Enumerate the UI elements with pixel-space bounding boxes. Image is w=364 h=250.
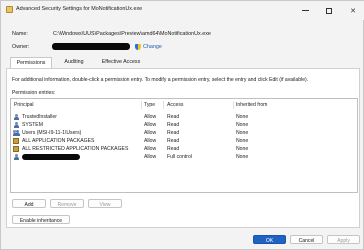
type-cell: Allow <box>144 153 157 160</box>
principal-cell: TrustedInstaller <box>22 113 57 120</box>
inherited-cell: None <box>236 121 249 128</box>
tab-auditing[interactable]: Auditing <box>56 57 92 68</box>
table-row[interactable]: Allow Full control None <box>11 153 357 161</box>
user-icon <box>13 114 19 120</box>
inherited-cell: None <box>236 145 249 152</box>
apply-button[interactable]: Apply <box>327 235 360 244</box>
user-icon <box>13 122 19 128</box>
table-row[interactable]: ALL APPLICATION PACKAGES Allow Read None <box>11 137 357 145</box>
minimize-icon <box>301 10 309 11</box>
table-row[interactable]: Users (MSI-I9-11-1\Users) Allow Read Non… <box>11 129 357 137</box>
shield-icon <box>135 44 141 50</box>
table-row[interactable]: TrustedInstaller Allow Read None <box>11 113 357 121</box>
group-icon <box>13 130 20 136</box>
access-cell: Full control <box>167 153 192 160</box>
inherited-cell: None <box>236 153 249 160</box>
principal-redacted <box>22 153 80 160</box>
name-value: C:\Windows\UUS\Packages\Preview\amd64\Mo… <box>53 31 211 37</box>
principal-cell: Users (MSI-I9-11-1\Users) <box>22 129 82 136</box>
access-cell: Read <box>167 137 180 144</box>
column-divider[interactable] <box>163 101 164 109</box>
inherited-cell: None <box>236 113 249 120</box>
change-owner-link[interactable]: Change <box>143 44 162 50</box>
permission-entries-list[interactable]: Principal Type Access Inherited from Tru… <box>10 98 358 193</box>
column-type[interactable]: Type <box>144 102 155 108</box>
principal-cell: SYSTEM <box>22 121 43 128</box>
inherited-cell: None <box>236 137 249 144</box>
owner-value-redacted <box>52 43 130 50</box>
column-access[interactable]: Access <box>167 102 183 108</box>
close-button[interactable]: ✕ <box>341 1 364 20</box>
principal-cell: ALL APPLICATION PACKAGES <box>22 137 95 144</box>
minimize-button[interactable] <box>293 1 317 20</box>
access-cell: Read <box>167 113 180 120</box>
column-divider[interactable] <box>233 101 234 109</box>
maximize-icon <box>326 7 332 14</box>
type-cell: Allow <box>144 137 157 144</box>
tab-effective-access[interactable]: Effective Access <box>96 57 146 68</box>
type-cell: Allow <box>144 129 157 136</box>
title-bar[interactable]: Advanced Security Settings for MoNotific… <box>1 1 364 20</box>
maximize-button[interactable] <box>317 1 341 20</box>
principal-cell: ALL RESTRICTED APPLICATION PACKAGES <box>22 145 129 152</box>
enable-inheritance-button[interactable]: Enable inheritance <box>12 215 70 224</box>
column-divider[interactable] <box>141 101 142 109</box>
add-button[interactable]: Add <box>12 199 46 208</box>
package-icon <box>13 138 19 144</box>
access-cell: Read <box>167 145 180 152</box>
user-icon <box>13 154 19 160</box>
table-row[interactable]: ALL RESTRICTED APPLICATION PACKAGES Allo… <box>11 145 357 153</box>
table-row[interactable]: SYSTEM Allow Read None <box>11 121 357 129</box>
type-cell: Allow <box>144 113 157 120</box>
cancel-button[interactable]: Cancel <box>290 235 323 244</box>
package-icon <box>13 146 19 152</box>
owner-label: Owner: <box>12 44 30 50</box>
inherited-cell: None <box>236 129 249 136</box>
type-cell: Allow <box>144 121 157 128</box>
name-label: Name: <box>12 31 28 37</box>
column-inherited-from[interactable]: Inherited from <box>236 102 267 108</box>
remove-button[interactable]: Remove <box>50 199 84 208</box>
access-cell: Read <box>167 121 180 128</box>
access-cell: Read <box>167 129 180 136</box>
permissions-info-text: For additional information, double-click… <box>12 77 309 83</box>
advanced-security-settings-window: Advanced Security Settings for MoNotific… <box>0 0 364 250</box>
window-title: Advanced Security Settings for MoNotific… <box>16 6 143 12</box>
column-principal[interactable]: Principal <box>14 102 34 108</box>
ok-button[interactable]: OK <box>253 235 286 244</box>
permission-entries-label: Permission entries: <box>12 90 56 96</box>
close-icon: ✕ <box>350 7 356 15</box>
type-cell: Allow <box>144 145 157 152</box>
view-button[interactable]: View <box>88 199 122 208</box>
app-icon <box>6 6 13 13</box>
